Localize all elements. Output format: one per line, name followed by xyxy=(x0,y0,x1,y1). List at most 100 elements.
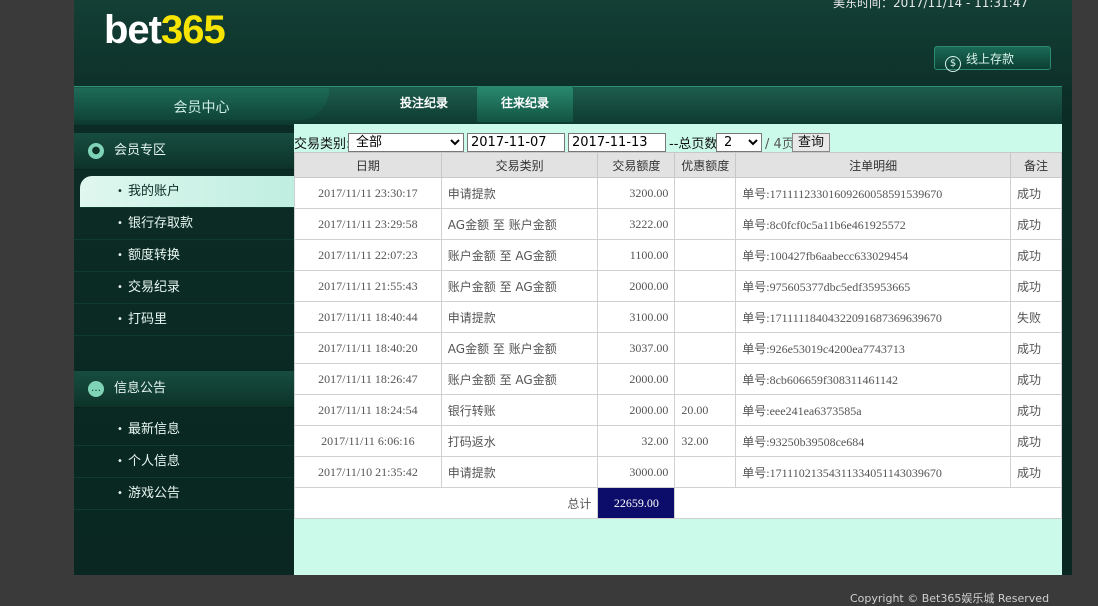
cell-bonus: 32.00 xyxy=(674,425,737,457)
cell-detail: 单号:17111123301609260058591539670 xyxy=(735,177,1012,209)
query-button[interactable]: 查询 xyxy=(792,133,831,152)
main-content: 交易类别: 全部 --总页数 2 / 4页 查询 日期 交易类别 交易 xyxy=(293,124,1062,575)
cell-detail: 单号:8c0fcf0c5a11b6e461925572 xyxy=(735,208,1012,240)
cell-bonus xyxy=(674,363,737,395)
cell-remark: 成功 xyxy=(1010,177,1062,209)
cell-amount: 3000.00 xyxy=(597,456,676,488)
cell-date: 2017/11/10 21:35:42 xyxy=(294,456,442,488)
sidebar-item-my-account[interactable]: • 我的账户 xyxy=(80,176,294,208)
time-value: 2017/11/14 - 11:31:47 xyxy=(892,0,1028,10)
cell-type: AG金额 至 账户金额 xyxy=(440,208,599,240)
sidebar-item-game-notices[interactable]: • 游戏公告 xyxy=(74,478,294,510)
cell-bonus xyxy=(674,456,737,488)
cell-bonus xyxy=(674,177,737,209)
cell-amount: 3222.00 xyxy=(597,208,676,240)
tab-transaction-records[interactable]: 往来纪录 xyxy=(477,86,573,122)
table-row: 2017/11/11 22:07:23 账户金额 至 AG金额 1100.00 单号:… xyxy=(294,239,1062,271)
sidebar-item-label: 交易纪录 xyxy=(128,280,181,295)
footer-copyright: Copyright © Bet365娱乐城 Reserved xyxy=(850,592,1050,605)
deposit-label: 线上存款 xyxy=(966,52,1015,66)
cell-remark: 成功 xyxy=(1010,456,1062,488)
logo[interactable]: bet365 xyxy=(104,8,226,53)
col-type: 交易类别 xyxy=(440,152,599,178)
col-detail: 注单明细 xyxy=(735,152,1012,178)
section-title: 会员专区 xyxy=(114,143,167,158)
cell-remark: 失败 xyxy=(1010,301,1062,333)
pages-label: --总页数 xyxy=(669,137,718,152)
cell-detail: 单号:975605377dbc5edf35953665 xyxy=(735,270,1012,302)
type-select[interactable]: 全部 xyxy=(348,133,464,152)
app-frame: bet365 美东时间：2017/11/14 - 11:31:47 $ 线上存款 … xyxy=(74,0,1072,575)
cell-bonus xyxy=(674,270,737,302)
sidebar-item-transactions[interactable]: • 交易纪录 xyxy=(74,272,294,304)
pages-total: / 4页 xyxy=(765,137,795,152)
cell-amount: 3100.00 xyxy=(597,301,676,333)
sidebar-item-label: 我的账户 xyxy=(128,184,181,199)
table-row: 2017/11/11 21:55:43 账户金额 至 AG金额 2000.00 单号:… xyxy=(294,270,1062,302)
cell-remark: 成功 xyxy=(1010,363,1062,395)
table-row: 2017/11/11 23:29:58 AG金额 至 账户金额 3222.00 单号:… xyxy=(294,208,1062,240)
cell-remark: 成功 xyxy=(1010,270,1062,302)
cell-remark: 成功 xyxy=(1010,208,1062,240)
cell-date: 2017/11/11 18:40:20 xyxy=(294,332,442,364)
date-to-input[interactable] xyxy=(568,133,666,152)
cell-date: 2017/11/11 18:26:47 xyxy=(294,363,442,395)
sidebar-item-bank[interactable]: • 银行存取款 xyxy=(74,208,294,240)
cell-date: 2017/11/11 18:24:54 xyxy=(294,394,442,426)
tab-bet-records[interactable]: 投注纪录 xyxy=(376,86,472,122)
cell-amount: 2000.00 xyxy=(597,394,676,426)
cell-detail: 单号:93250b39508ce684 xyxy=(735,425,1012,457)
online-deposit-button[interactable]: $ 线上存款 xyxy=(934,46,1051,72)
page-select[interactable]: 2 xyxy=(716,133,762,152)
time-label: 美东时间： xyxy=(832,0,893,10)
cell-bonus xyxy=(674,239,737,271)
cell-detail: 单号:8cb606659f308311461142 xyxy=(735,363,1012,395)
cell-detail: 单号:17111118404322091687369639670 xyxy=(735,301,1012,333)
dollar-icon: $ xyxy=(945,56,961,72)
sidebar-item-label: 额度转换 xyxy=(128,248,181,263)
sidebar-item-label: 银行存取款 xyxy=(128,216,194,231)
cell-date: 2017/11/11 18:40:44 xyxy=(294,301,442,333)
sidebar-item-transfer[interactable]: • 额度转换 xyxy=(74,240,294,272)
date-from-input[interactable] xyxy=(467,133,565,152)
cell-type: 账户金额 至 AG金额 xyxy=(440,239,599,271)
user-icon: ● xyxy=(88,143,104,159)
table-row: 2017/11/11 18:26:47 账户金额 至 AG金额 2000.00 单号:… xyxy=(294,363,1062,395)
bullet-icon: • xyxy=(117,282,123,293)
table-header-row: 日期 交易类别 交易额度 优惠额度 注单明细 备注 xyxy=(294,152,1062,178)
cell-bonus: 20.00 xyxy=(674,394,737,426)
cell-bonus xyxy=(674,208,737,240)
total-value: 22659.00 xyxy=(597,487,676,519)
logo-text-365: 365 xyxy=(161,8,226,52)
member-center-tab[interactable]: 会员中心 xyxy=(74,88,329,120)
sidebar-item-latest-news[interactable]: • 最新信息 xyxy=(74,414,294,446)
type-label: 交易类别: xyxy=(294,137,351,152)
logo-text-bet: bet xyxy=(104,8,162,52)
cell-type: 银行转账 xyxy=(440,394,599,426)
cell-detail: 单号:100427fb6aabecc633029454 xyxy=(735,239,1012,271)
sidebar-item-label: 最新信息 xyxy=(128,422,181,437)
header: bet365 美东时间：2017/11/14 - 11:31:47 $ 线上存款 xyxy=(74,0,1072,88)
sidebar-item-turnover[interactable]: • 打码里 xyxy=(74,304,294,336)
cell-bonus xyxy=(674,301,737,333)
cell-remark: 成功 xyxy=(1010,394,1062,426)
cell-detail: 单号:926e53019c4200ea7743713 xyxy=(735,332,1012,364)
section-member-area: ● 会员专区 xyxy=(74,133,294,170)
cell-type: 打码返水 xyxy=(440,425,599,457)
cell-detail: 单号:17111021354311334051143039670 xyxy=(735,456,1012,488)
table-row: 2017/11/11 18:24:54 银行转账 2000.00 20.00 单号:ee… xyxy=(294,394,1062,426)
table-row: 2017/11/11 18:40:44 申请提款 3100.00 单号:1711111… xyxy=(294,301,1062,333)
section-announcements: … 信息公告 xyxy=(74,371,294,408)
sidebar-item-personal-info[interactable]: • 个人信息 xyxy=(74,446,294,478)
cell-type: 申请提款 xyxy=(440,456,599,488)
total-filler xyxy=(674,487,1062,519)
cell-type: 账户金额 至 AG金额 xyxy=(440,270,599,302)
sidebar-item-label: 个人信息 xyxy=(128,454,181,469)
bullet-icon: • xyxy=(117,186,123,197)
table-row: 2017/11/10 21:35:42 申请提款 3000.00 单号:1711102… xyxy=(294,456,1062,488)
total-row: 总计 22659.00 xyxy=(293,487,1062,519)
transactions-table: 日期 交易类别 交易额度 优惠额度 注单明细 备注 2017/11/11 23:… xyxy=(293,152,1062,519)
cell-amount: 3200.00 xyxy=(597,177,676,209)
col-date: 日期 xyxy=(294,152,442,178)
sidebar: ● 会员专区 • 我的账户 • 银行存取款 • 额度转换 • 交易纪录 • 打码里 … 信… xyxy=(74,124,294,575)
